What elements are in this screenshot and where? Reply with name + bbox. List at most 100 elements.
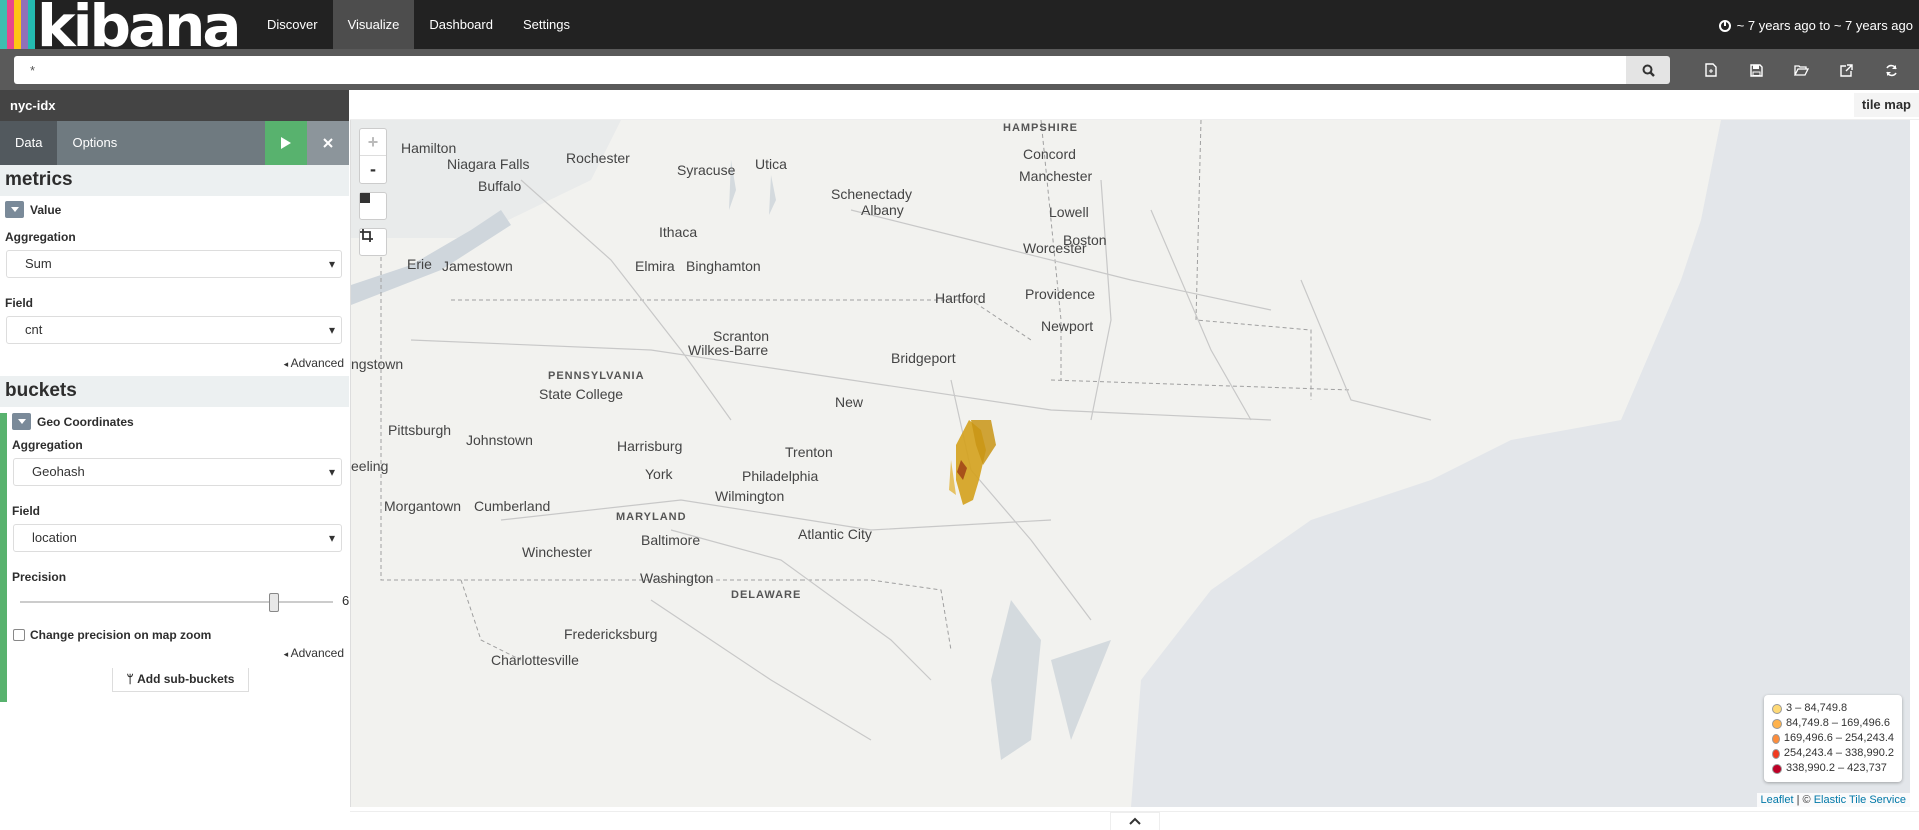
logo-stripe <box>14 0 21 49</box>
map-label: Bridgeport <box>891 350 956 366</box>
search-bar <box>0 49 1919 90</box>
collapse-toggle-icon[interactable] <box>12 413 31 430</box>
open-icon[interactable] <box>1782 56 1820 84</box>
logo-stripe <box>21 0 28 49</box>
metric-aggregation-select[interactable]: Sum <box>6 250 342 278</box>
add-sub-buckets-button[interactable]: ᛘ Add sub-buckets <box>112 668 249 692</box>
spy-panel-toggle[interactable] <box>1110 812 1160 830</box>
map-label: DELAWARE <box>731 589 802 601</box>
nav-item-dashboard[interactable]: Dashboard <box>414 0 508 49</box>
kibana-logo[interactable]: kibana <box>0 0 250 60</box>
map-label: PENNSYLVANIA <box>548 370 645 382</box>
collapse-toggle-icon[interactable] <box>5 201 24 218</box>
legend-item: 338,990.2 – 423,737 <box>1772 761 1894 776</box>
fork-icon: ᛘ <box>126 672 134 686</box>
legend-item: 3 – 84,749.8 <box>1772 701 1894 716</box>
legend-item: 169,496.6 – 254,243.4 <box>1772 731 1894 746</box>
metric-field-select[interactable]: cnt <box>6 316 342 344</box>
map-label: Washington <box>640 570 714 586</box>
buckets-section: Geo Coordinates Aggregation Geohash Fiel… <box>0 413 349 702</box>
tab-options[interactable]: Options <box>57 121 132 165</box>
vis-toolbar <box>1692 56 1910 84</box>
search-button[interactable] <box>1626 56 1670 84</box>
metric-advanced-link[interactable]: Advanced <box>0 356 344 370</box>
fit-bounds-button[interactable] <box>359 228 387 256</box>
map-attribution: Leaflet | © Elastic Tile Service <box>1756 793 1910 807</box>
vis-type-label: tile map <box>1853 93 1919 117</box>
map-tiles <box>351 120 1910 807</box>
map-label: Ithaca <box>659 224 698 240</box>
elastic-tile-service-link[interactable]: Elastic Tile Service <box>1814 794 1906 806</box>
nav-item-discover[interactable]: Discover <box>252 0 333 49</box>
nav-item-visualize[interactable]: Visualize <box>332 0 415 49</box>
change-precision-row: Change precision on map zoom <box>13 628 349 642</box>
map-label: Lowell <box>1049 204 1089 220</box>
map-label: Syracuse <box>677 162 736 178</box>
leaflet-link[interactable]: Leaflet <box>1761 794 1794 806</box>
slider-track <box>20 601 333 603</box>
bucket-agg-title: Geo Coordinates <box>37 414 134 429</box>
metric-agg-title: Value <box>30 202 62 217</box>
legend-color-dot <box>1772 733 1780 744</box>
map-label: Baltimore <box>641 532 701 548</box>
precision-slider[interactable]: 6 <box>13 590 349 614</box>
map-label: Cumberland <box>474 498 551 514</box>
chevron-up-icon <box>1129 817 1141 825</box>
vis-header: tile map <box>350 90 1919 120</box>
close-icon <box>323 138 333 148</box>
square-icon <box>360 193 370 203</box>
sidebar-tabs: Data Options <box>0 121 349 165</box>
map-label: York <box>645 466 673 482</box>
metrics-section: Value Aggregation Sum Field cnt Advanced <box>0 201 349 370</box>
draw-rectangle-button[interactable] <box>359 192 387 220</box>
map-label: Providence <box>1025 286 1096 302</box>
map-label: Fredericksburg <box>564 626 658 642</box>
map-label: HAMPSHIRE <box>1003 122 1079 134</box>
zoom-in-button[interactable]: + <box>360 129 386 156</box>
bucket-field-label: Field <box>12 504 41 518</box>
tile-map[interactable]: HAMPSHIRE Hamilton Niagara Falls Rochester S… <box>350 120 1910 807</box>
search-input[interactable] <box>14 56 1626 84</box>
new-visualization-icon[interactable] <box>1692 56 1730 84</box>
bucket-advanced-link[interactable]: Advanced <box>7 646 344 660</box>
zoom-out-button[interactable]: - <box>360 156 386 183</box>
legend-item: 84,749.8 – 169,496.6 <box>1772 716 1894 731</box>
clock-icon <box>1718 20 1731 32</box>
share-icon[interactable] <box>1827 56 1865 84</box>
precision-value: 6 <box>342 593 350 608</box>
buckets-heading: buckets <box>0 376 349 407</box>
logo-text: kibana <box>37 0 242 60</box>
change-precision-label: Change precision on map zoom <box>30 628 212 642</box>
map-label: Worcester <box>1023 240 1087 256</box>
top-navbar: kibana Discover Visualize Dashboard Setting… <box>0 0 1919 60</box>
slider-handle[interactable] <box>268 593 279 612</box>
bucket-field-select[interactable]: location <box>13 524 342 552</box>
tab-data[interactable]: Data <box>0 121 58 165</box>
map-label: eeling <box>351 458 389 474</box>
legend-label: 254,243.4 – 338,990.2 <box>1783 747 1894 759</box>
main-nav: Discover Visualize Dashboard Settings <box>252 0 585 49</box>
map-legend: 3 – 84,749.8 84,749.8 – 169,496.6 169,496.… <box>1764 695 1902 782</box>
map-label: Charlottesville <box>491 652 579 668</box>
time-picker[interactable]: ~ 7 years ago to ~ 7 years ago <box>1718 0 1913 52</box>
change-precision-checkbox[interactable] <box>13 629 25 641</box>
index-pattern-title: nyc-idx <box>0 90 349 121</box>
logo-stripe <box>7 0 14 49</box>
nav-item-settings[interactable]: Settings <box>508 0 585 49</box>
save-icon[interactable] <box>1737 56 1775 84</box>
refresh-icon[interactable] <box>1872 56 1910 84</box>
legend-color-dot <box>1772 703 1782 714</box>
legend-label: 169,496.6 – 254,243.4 <box>1783 732 1894 744</box>
apply-changes-button[interactable] <box>265 121 307 165</box>
logo-stripes <box>0 0 35 49</box>
map-label: Manchester <box>1019 168 1093 184</box>
vis-editor-sidebar: nyc-idx Data Options metrics Value Aggre… <box>0 90 349 830</box>
bucket-aggregation-select[interactable]: Geohash <box>13 458 342 486</box>
map-label: New <box>835 394 864 410</box>
map-label: Wilmington <box>715 488 785 504</box>
map-label: Philadelphia <box>742 468 819 484</box>
discard-changes-button[interactable] <box>307 121 349 165</box>
map-label: Binghamton <box>686 258 761 274</box>
map-label: Concord <box>1023 146 1076 162</box>
legend-color-dot <box>1772 763 1782 774</box>
